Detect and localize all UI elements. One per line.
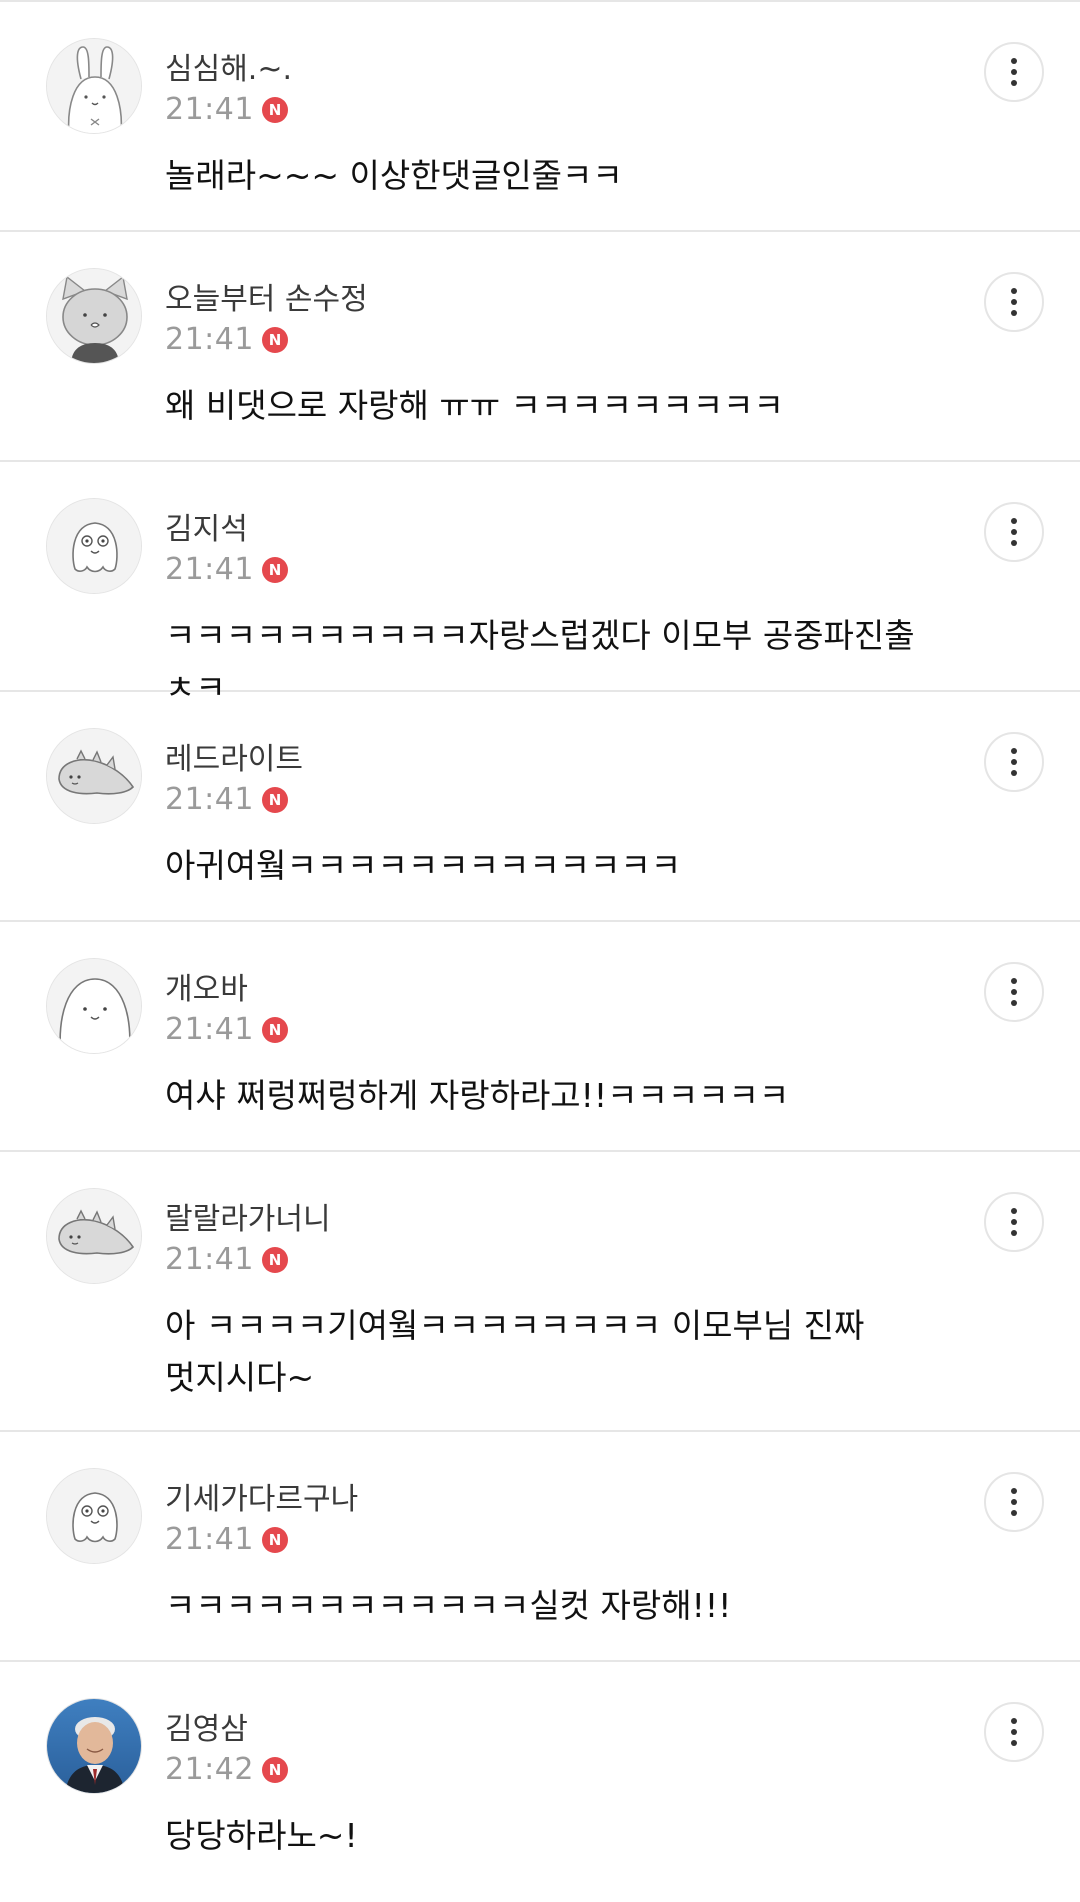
comment-author[interactable]: 기세가다르구나 — [165, 1474, 358, 1518]
ghost-avatar-icon[interactable] — [46, 1468, 142, 1564]
new-badge: N — [261, 1756, 288, 1783]
comment-time: 21:41 — [165, 782, 254, 817]
comment-item: 레드라이트 21:41 N 아귀여웤ㅋㅋㅋㅋㅋㅋㅋㅋㅋㅋㅋㅋㅋ — [0, 692, 1080, 922]
comment-meta: 21:41 N — [165, 322, 288, 357]
more-vertical-icon — [1011, 58, 1017, 86]
more-vertical-icon — [1011, 288, 1017, 316]
comment-text: 아귀여웤ㅋㅋㅋㅋㅋㅋㅋㅋㅋㅋㅋㅋㅋ — [165, 846, 682, 885]
dino-avatar-icon[interactable] — [46, 1188, 142, 1284]
new-badge: N — [261, 1016, 288, 1043]
comment-author[interactable]: 레드라이트 — [165, 734, 303, 778]
person-photo-avatar-icon[interactable] — [46, 1698, 142, 1794]
new-badge: N — [261, 786, 288, 813]
more-vertical-icon — [1011, 978, 1017, 1006]
new-badge: N — [261, 326, 288, 353]
comment-list: 심심해.~. 21:41 N 놀래라~~~ 이상한댓글인줄ㅋㅋ 오늘부터 손수정 — [0, 2, 1080, 1902]
comment-author[interactable]: 개오바 — [165, 964, 248, 1008]
comment-item: 심심해.~. 21:41 N 놀래라~~~ 이상한댓글인줄ㅋㅋ — [0, 2, 1080, 232]
ghost-avatar-icon[interactable] — [46, 498, 142, 594]
comment-text: 왜 비댓으로 자랑해 ㅠㅠ ㅋㅋㅋㅋㅋㅋㅋㅋㅋ — [165, 386, 784, 425]
more-vertical-icon — [1011, 1718, 1017, 1746]
blob-avatar-icon[interactable] — [46, 958, 142, 1054]
more-options-button[interactable] — [984, 732, 1044, 792]
comment-meta: 21:41 N — [165, 1522, 288, 1557]
comment-author[interactable]: 랄랄라가너니 — [165, 1194, 331, 1238]
new-badge: N — [261, 1526, 288, 1553]
more-options-button[interactable] — [984, 1472, 1044, 1532]
comment-item: 기세가다르구나 21:41 N ㅋㅋㅋㅋㅋㅋㅋㅋㅋㅋㅋㅋ실컷 자랑해!!! — [0, 1432, 1080, 1662]
bunny-avatar-icon[interactable] — [46, 38, 142, 134]
more-options-button[interactable] — [984, 962, 1044, 1022]
cat-avatar-icon[interactable] — [46, 268, 142, 364]
dino-avatar-icon[interactable] — [46, 728, 142, 824]
comment-time: 21:41 — [165, 1522, 254, 1557]
comment-meta: 21:41 N — [165, 782, 288, 817]
comment-item: 김영삼 21:42 N 당당하라노~! — [0, 1662, 1080, 1902]
comment-text: ㅋㅋㅋㅋㅋㅋㅋㅋㅋㅋㅋㅋ실컷 자랑해!!! — [165, 1586, 732, 1625]
comment-text: 아 ㅋㅋㅋㅋ기여웤ㅋㅋㅋㅋㅋㅋㅋㅋ 이모부님 진짜 멋지시다~ — [165, 1306, 865, 1397]
comment-meta: 21:41 N — [165, 552, 288, 587]
more-options-button[interactable] — [984, 502, 1044, 562]
comment-time: 21:41 — [165, 1242, 254, 1277]
comment-meta: 21:41 N — [165, 92, 288, 127]
new-badge: N — [261, 556, 288, 583]
new-badge: N — [261, 1246, 288, 1273]
more-vertical-icon — [1011, 1488, 1017, 1516]
comment-item: 오늘부터 손수정 21:41 N 왜 비댓으로 자랑해 ㅠㅠ ㅋㅋㅋㅋㅋㅋㅋㅋㅋ — [0, 232, 1080, 462]
comment-text: 여샤 쩌렁쩌렁하게 자랑하라고!!ㅋㅋㅋㅋㅋㅋ — [165, 1076, 790, 1115]
comment-time: 21:41 — [165, 1012, 254, 1047]
more-vertical-icon — [1011, 748, 1017, 776]
comment-time: 21:41 — [165, 322, 254, 357]
comment-time: 21:42 — [165, 1752, 254, 1787]
comment-meta: 21:42 N — [165, 1752, 288, 1787]
more-options-button[interactable] — [984, 1702, 1044, 1762]
comment-item: 개오바 21:41 N 여샤 쩌렁쩌렁하게 자랑하라고!!ㅋㅋㅋㅋㅋㅋ — [0, 922, 1080, 1152]
comment-author[interactable]: 심심해.~. — [165, 44, 292, 88]
comment-author[interactable]: 오늘부터 손수정 — [165, 274, 368, 318]
comment-meta: 21:41 N — [165, 1242, 288, 1277]
comment-item: 김지석 21:41 N ㅋㅋㅋㅋㅋㅋㅋㅋㅋㅋ자랑스럽겠다 이모부 공중파진출 ㅊ… — [0, 462, 1080, 707]
more-options-button[interactable] — [984, 42, 1044, 102]
new-badge: N — [261, 96, 288, 123]
more-options-button[interactable] — [984, 272, 1044, 332]
more-options-button[interactable] — [984, 1192, 1044, 1252]
comment-time: 21:41 — [165, 92, 254, 127]
comment-time: 21:41 — [165, 552, 254, 587]
comment-text: 놀래라~~~ 이상한댓글인줄ㅋㅋ — [165, 156, 623, 195]
comment-meta: 21:41 N — [165, 1012, 288, 1047]
comment-text: 당당하라노~! — [165, 1816, 358, 1855]
comment-item: 랄랄라가너니 21:41 N 아 ㅋㅋㅋㅋ기여웤ㅋㅋㅋㅋㅋㅋㅋㅋ 이모부님 진짜… — [0, 1152, 1080, 1432]
more-vertical-icon — [1011, 1208, 1017, 1236]
comment-author[interactable]: 김영삼 — [165, 1704, 248, 1748]
more-vertical-icon — [1011, 518, 1017, 546]
comment-author[interactable]: 김지석 — [165, 504, 248, 548]
